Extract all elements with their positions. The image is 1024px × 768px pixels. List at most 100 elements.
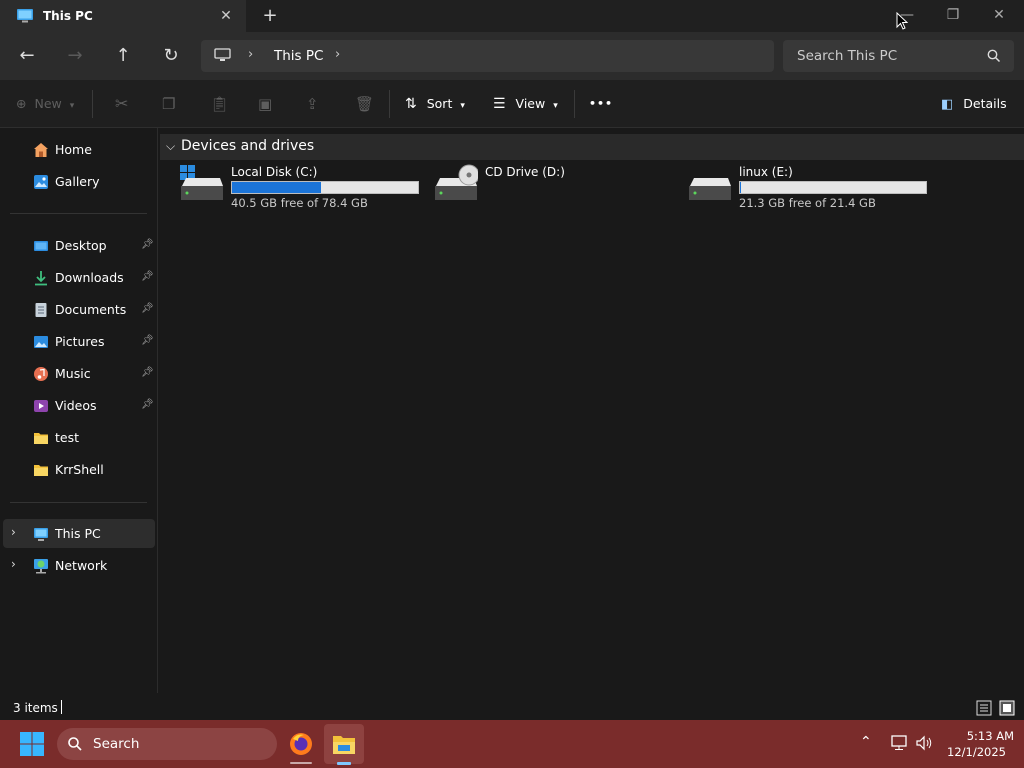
item-count: 3 items [13, 701, 58, 715]
windows-disk-icon [180, 165, 223, 200]
active-indicator [337, 762, 351, 765]
view-icon: ☰ [493, 96, 506, 112]
sidebar-item-label: Network [55, 558, 108, 573]
drive-usage-fill [232, 182, 322, 193]
new-label: New [34, 96, 62, 111]
taskbar-search-box[interactable] [57, 728, 277, 760]
sidebar-item-pictures[interactable]: Pictures 📌︎ [0, 327, 155, 357]
sidebar-item-test[interactable]: test [0, 423, 155, 453]
videos-icon [34, 400, 48, 412]
new-button[interactable]: ⊕ New ▾ [16, 92, 74, 116]
file-explorer-icon [333, 736, 355, 754]
tab-title: This PC [43, 9, 93, 23]
copy-icon[interactable]: ❐ [162, 92, 175, 116]
sidebar-item-label: Documents [55, 302, 127, 317]
sidebar-item-desktop[interactable]: Desktop 📌︎ [0, 231, 155, 261]
large-icons-view-icon[interactable] [999, 700, 1015, 716]
sidebar-item-home[interactable]: Home [0, 135, 155, 165]
sidebar-item-label: KrrShell [55, 462, 104, 477]
paste-icon[interactable]: 📋︎ [210, 92, 229, 116]
close-icon[interactable]: ✕ [976, 0, 1022, 32]
pin-icon[interactable]: 📌︎ [141, 271, 154, 282]
chevron-up-icon[interactable]: ⌃ [860, 734, 872, 750]
share-icon[interactable]: ⇪ [306, 92, 319, 116]
rename-icon[interactable]: ▣ [258, 92, 272, 116]
add-icon: ⊕ [16, 96, 27, 111]
drive-item-e[interactable]: linux (E:) 21.3 GB free of 21.4 GB [688, 164, 938, 214]
clock-date[interactable]: 12/1/2025 [942, 745, 1006, 759]
disk-icon [689, 178, 731, 200]
download-icon [35, 271, 47, 286]
taskbar-search-label: Search [93, 736, 140, 752]
sidebar-item-network[interactable]: › Network [0, 551, 155, 581]
sidebar-item-music[interactable]: Music 📌︎ [0, 359, 155, 389]
clock-time[interactable]: 5:13 AM [942, 729, 1014, 743]
breadcrumb-this-pc[interactable]: This PC [274, 48, 323, 64]
up-button[interactable]: ↑ [107, 40, 139, 72]
sidebar-item-label: Videos [55, 398, 97, 413]
view-label: View [515, 96, 546, 111]
details-pane-icon: ◧ [941, 97, 954, 112]
pin-icon[interactable]: 📌︎ [141, 239, 154, 250]
sidebar-item-downloads[interactable]: Downloads 📌︎ [0, 263, 155, 293]
refresh-button[interactable]: ↻ [155, 40, 187, 72]
sidebar-divider [10, 502, 147, 503]
pin-icon[interactable]: 📌︎ [141, 303, 154, 314]
sidebar-item-label: Home [55, 142, 92, 157]
drive-name: Local Disk (C:) [231, 165, 318, 179]
details-button[interactable]: ◧ Details [941, 92, 1007, 116]
pc-icon [34, 528, 48, 541]
folder-icon [34, 465, 48, 476]
breadcrumb-chevron-icon[interactable]: › [248, 47, 253, 62]
pictures-icon [34, 336, 48, 348]
sidebar-item-krrshell[interactable]: KrrShell [0, 455, 155, 485]
running-indicator [290, 762, 312, 764]
sidebar-item-label: Music [55, 366, 91, 381]
drive-item-d[interactable]: CD Drive (D:) [434, 164, 684, 214]
sort-label: Sort [426, 96, 453, 111]
sidebar-item-this-pc[interactable]: › This PC [0, 519, 155, 549]
sidebar-item-label: Pictures [55, 334, 105, 349]
documents-icon [35, 303, 47, 317]
drive-item-c[interactable]: Local Disk (C:) 40.5 GB free of 78.4 GB [180, 164, 430, 214]
folder-icon [34, 433, 48, 444]
close-tab-icon[interactable]: ✕ [216, 6, 236, 26]
toolbar-divider [389, 90, 390, 118]
home-icon [34, 143, 48, 157]
desktop-icon [34, 241, 48, 251]
maximize-icon[interactable]: ❐ [930, 0, 976, 32]
pin-icon[interactable]: 📌︎ [141, 367, 154, 378]
cut-icon[interactable]: ✂ [115, 92, 128, 116]
pin-icon[interactable]: 📌︎ [141, 335, 154, 346]
sort-button[interactable]: ⇅ Sort ▾ [405, 92, 465, 116]
chevron-right-icon[interactable]: › [11, 525, 16, 539]
network-status-icon[interactable] [891, 735, 909, 751]
sidebar-item-documents[interactable]: Documents 📌︎ [0, 295, 155, 325]
forward-button[interactable]: → [59, 40, 91, 72]
drive-usage-bar [231, 181, 419, 194]
view-button[interactable]: ☰ View ▾ [493, 92, 558, 116]
new-tab-button[interactable]: + [256, 4, 284, 28]
chevron-down-icon: ▾ [553, 101, 558, 111]
chevron-down-icon: ▾ [460, 101, 465, 111]
volume-icon[interactable] [916, 735, 934, 751]
sidebar-item-videos[interactable]: Videos 📌︎ [0, 391, 155, 421]
delete-icon[interactable]: 🗑︎ [355, 92, 374, 116]
details-view-icon[interactable] [976, 700, 992, 716]
pin-icon[interactable]: 📌︎ [141, 399, 154, 410]
windows-start-icon[interactable] [20, 732, 44, 756]
more-options-icon[interactable]: ••• [589, 92, 613, 116]
music-icon [34, 367, 48, 381]
chevron-right-icon[interactable]: › [11, 557, 16, 571]
sidebar-item-gallery[interactable]: Gallery [0, 167, 155, 197]
search-icon [68, 737, 82, 751]
tab-this-pc[interactable] [0, 0, 246, 32]
search-placeholder: Search This PC [797, 48, 898, 64]
sort-icon: ⇅ [405, 96, 417, 112]
search-icon[interactable] [986, 48, 1002, 64]
chevron-down-icon[interactable]: ⌵ [166, 139, 175, 154]
firefox-icon[interactable] [288, 731, 314, 757]
drive-free-space: 21.3 GB free of 21.4 GB [739, 196, 876, 210]
back-button[interactable]: ← [11, 40, 43, 72]
breadcrumb-chevron-icon[interactable]: › [335, 47, 340, 62]
